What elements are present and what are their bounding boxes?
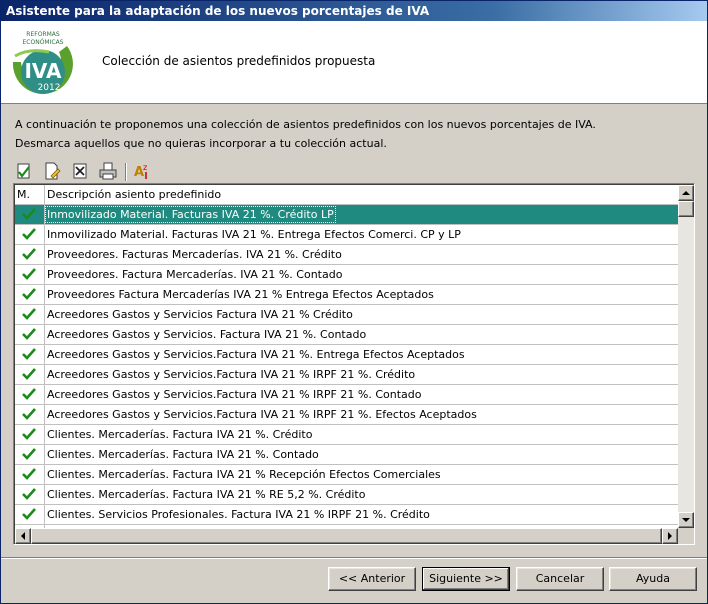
toolbar-separator bbox=[125, 163, 127, 181]
horizontal-scroll-thumb[interactable] bbox=[31, 528, 662, 544]
help-button[interactable]: Ayuda bbox=[609, 567, 697, 591]
table-row[interactable]: Clientes. Mercaderías. Factura IVA 21 %.… bbox=[15, 445, 678, 465]
checkmark-icon[interactable] bbox=[21, 447, 37, 461]
svg-text:REFORMAS: REFORMAS bbox=[26, 31, 60, 38]
row-description: Clientes. Mercaderías. Factura IVA 21 %.… bbox=[47, 448, 319, 461]
grid-rows: Inmovilizado Material. Facturas IVA 21 %… bbox=[15, 205, 678, 544]
svg-text:2012: 2012 bbox=[38, 83, 61, 93]
svg-text:ECONÓMICAS: ECONÓMICAS bbox=[23, 39, 64, 46]
table-row[interactable]: Proveedores. Facturas Mercaderías. IVA 2… bbox=[15, 245, 678, 265]
cancel-button[interactable]: Cancelar bbox=[516, 567, 604, 591]
row-description: Clientes. Mercaderías. Factura IVA 21 % … bbox=[47, 468, 441, 481]
row-description: Clientes. Mercaderías. Factura IVA 21 % … bbox=[47, 488, 366, 501]
predefined-entries-grid: M. Descripción asiento predefinido Inmov… bbox=[13, 183, 695, 545]
row-description: Inmovilizado Material. Facturas IVA 21 %… bbox=[47, 228, 461, 241]
table-row[interactable]: Acreedores Gastos y Servicios. Factura I… bbox=[15, 325, 678, 345]
horizontal-scrollbar[interactable] bbox=[15, 528, 678, 544]
row-description: Acreedores Gastos y Servicios.Factura IV… bbox=[47, 348, 465, 361]
edit-document-icon[interactable] bbox=[42, 161, 62, 181]
sort-icon[interactable]: Az bbox=[132, 161, 152, 181]
table-row[interactable]: Clientes. Mercaderías. Factura IVA 21 % … bbox=[15, 485, 678, 505]
checkmark-icon[interactable] bbox=[21, 307, 37, 321]
vertical-scrollbar[interactable] bbox=[678, 185, 694, 528]
wizard-window: Asistente para la adaptación de los nuev… bbox=[0, 0, 708, 604]
row-description: Acreedores Gastos y Servicios.Factura IV… bbox=[47, 408, 477, 421]
grid-header: M. Descripción asiento predefinido bbox=[15, 185, 678, 205]
page-title: Colección de asientos predefinidos propu… bbox=[102, 54, 376, 68]
check-all-icon[interactable] bbox=[14, 161, 34, 181]
table-row[interactable]: Clientes. Mercaderías. Factura IVA 21 %.… bbox=[15, 425, 678, 445]
intro-text-1: A continuación te proponemos una colecci… bbox=[15, 118, 596, 131]
checkmark-icon[interactable] bbox=[21, 267, 37, 281]
checkmark-icon[interactable] bbox=[21, 247, 37, 261]
checkmark-icon[interactable] bbox=[21, 487, 37, 501]
table-row[interactable]: Acreedores Gastos y Servicios Factura IV… bbox=[15, 305, 678, 325]
scroll-left-button[interactable] bbox=[15, 528, 31, 544]
checkmark-icon[interactable] bbox=[21, 407, 37, 421]
footer-divider bbox=[1, 557, 707, 559]
checkmark-icon[interactable] bbox=[21, 347, 37, 361]
print-icon[interactable] bbox=[98, 161, 118, 181]
table-row[interactable]: Acreedores Gastos y Servicios.Factura IV… bbox=[15, 385, 678, 405]
checkmark-icon[interactable] bbox=[21, 427, 37, 441]
scroll-down-button[interactable] bbox=[678, 512, 694, 528]
table-row[interactable]: Acreedores Gastos y Servicios.Factura IV… bbox=[15, 365, 678, 385]
scroll-up-button[interactable] bbox=[678, 185, 694, 201]
table-row[interactable]: Inmovilizado Material. Facturas IVA 21 %… bbox=[15, 205, 678, 225]
next-button[interactable]: Siguiente >> bbox=[422, 567, 510, 591]
row-description: Proveedores Factura Mercaderías IVA 21 %… bbox=[47, 288, 434, 301]
row-description: Proveedores. Factura Mercaderías. IVA 21… bbox=[47, 268, 343, 281]
row-description: Acreedores Gastos y Servicios. Factura I… bbox=[47, 328, 367, 341]
row-description: Clientes. Servicios Profesionales. Factu… bbox=[47, 508, 430, 521]
iva-2012-logo: REFORMAS ECONÓMICAS IVA 2012 bbox=[12, 31, 73, 94]
table-row[interactable]: Clientes. Servicios Profesionales. Factu… bbox=[15, 505, 678, 525]
window-title: Asistente para la adaptación de los nuev… bbox=[1, 1, 707, 21]
row-description: Inmovilizado Material. Facturas IVA 21 %… bbox=[45, 206, 336, 223]
vertical-scroll-thumb[interactable] bbox=[678, 201, 694, 217]
table-row[interactable]: Clientes. Mercaderías. Factura IVA 21 % … bbox=[15, 465, 678, 485]
table-row[interactable]: Acreedores Gastos y Servicios.Factura IV… bbox=[15, 345, 678, 365]
checkmark-icon[interactable] bbox=[21, 507, 37, 521]
checkmark-icon[interactable] bbox=[21, 467, 37, 481]
table-row[interactable]: Acreedores Gastos y Servicios.Factura IV… bbox=[15, 405, 678, 425]
uncheck-all-icon[interactable] bbox=[70, 161, 90, 181]
checkmark-icon[interactable] bbox=[21, 387, 37, 401]
row-description: Proveedores. Facturas Mercaderías. IVA 2… bbox=[47, 248, 342, 261]
intro-text-2: Desmarca aquellos que no quieras incorpo… bbox=[15, 137, 387, 150]
checkmark-icon[interactable] bbox=[21, 227, 37, 241]
svg-text:z: z bbox=[143, 163, 147, 172]
table-row[interactable]: Proveedores. Factura Mercaderías. IVA 21… bbox=[15, 265, 678, 285]
wizard-header: REFORMAS ECONÓMICAS IVA 2012 Colección d… bbox=[1, 21, 707, 104]
row-description: Acreedores Gastos y Servicios.Factura IV… bbox=[47, 368, 416, 381]
table-row[interactable]: Proveedores Factura Mercaderías IVA 21 %… bbox=[15, 285, 678, 305]
checkmark-icon[interactable] bbox=[21, 287, 37, 301]
svg-text:IVA: IVA bbox=[24, 59, 62, 83]
table-row[interactable]: Inmovilizado Material. Facturas IVA 21 %… bbox=[15, 225, 678, 245]
row-description: Acreedores Gastos y Servicios Factura IV… bbox=[47, 308, 353, 321]
scroll-corner bbox=[678, 528, 694, 544]
checkmark-icon[interactable] bbox=[21, 327, 37, 341]
back-button[interactable]: << Anterior bbox=[328, 567, 416, 591]
checkmark-icon[interactable] bbox=[21, 367, 37, 381]
row-description: Clientes. Mercaderías. Factura IVA 21 %.… bbox=[47, 428, 313, 441]
column-header-mark[interactable]: M. bbox=[17, 188, 30, 201]
column-header-description[interactable]: Descripción asiento predefinido bbox=[47, 188, 221, 201]
scroll-right-button[interactable] bbox=[662, 528, 678, 544]
checkmark-icon[interactable] bbox=[21, 207, 37, 221]
row-description: Acreedores Gastos y Servicios.Factura IV… bbox=[47, 388, 422, 401]
